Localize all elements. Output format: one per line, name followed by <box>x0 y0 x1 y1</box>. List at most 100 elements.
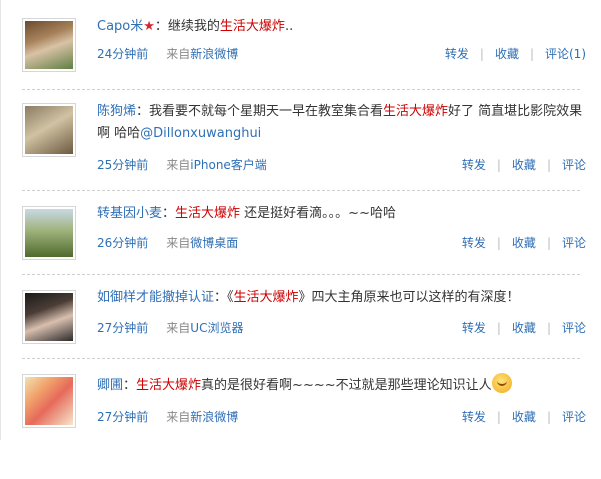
keyword-highlight: 生活大爆炸 <box>219 19 285 34</box>
source-label: 来自 <box>166 410 191 424</box>
post-time-link[interactable]: 26分钟前 <box>97 236 148 250</box>
repost-button[interactable]: 转发 <box>462 236 486 250</box>
favorite-button[interactable]: 收藏 <box>495 47 519 61</box>
action-separator: | <box>479 47 484 61</box>
post-text: 真的是很好看啊~~~~不过就是那些理论知识让人 <box>201 378 492 393</box>
comment-button[interactable]: 评论 <box>562 158 586 172</box>
action-separator: | <box>496 236 501 250</box>
favorite-button[interactable]: 收藏 <box>512 236 536 250</box>
weibo-post: 陈狗烯：我看要不就每个星期天一早在教室集合看生活大爆炸好了 简直堪比影院效果啊 … <box>1 93 601 175</box>
weibo-feed: Capo米★：继续我的生活大爆炸.. 24分钟前 来自新浪微博 转发 | 收藏 | 评论(1)… <box>0 0 601 440</box>
user-avatar[interactable] <box>22 374 76 428</box>
username-link[interactable]: Capo米 <box>97 19 143 34</box>
post-time-link[interactable]: 25分钟前 <box>97 158 148 172</box>
post-content: 转基因小麦：生活大爆炸 还是挺好看滴。。。~~哈哈 <box>97 203 586 225</box>
comment-button[interactable]: 评论 <box>562 321 586 335</box>
source-label: 来自 <box>166 158 191 172</box>
post-divider <box>22 274 580 275</box>
user-avatar-icon <box>25 293 73 341</box>
post-source: 来自UC浏览器 <box>166 321 243 335</box>
keyword-highlight: 生活大爆炸 <box>383 104 449 119</box>
post-content: 如御样才能撤掉认证：《生活大爆炸》四大主角原来也可以这样的有深度！ <box>97 287 586 309</box>
username-link[interactable]: 卿圃 <box>97 378 123 393</box>
favorite-button[interactable]: 收藏 <box>512 321 536 335</box>
post-content: 卿圃：生活大爆炸真的是很好看啊~~~~不过就是那些理论知识让人 <box>97 373 586 397</box>
source-link[interactable]: 微博桌面 <box>190 236 238 250</box>
source-label: 来自 <box>166 236 191 250</box>
action-separator: | <box>546 158 551 172</box>
user-avatar-icon <box>25 209 73 257</box>
post-text: 还是挺好看滴。。。~~哈哈 <box>240 206 396 221</box>
source-label: 来自 <box>166 321 191 335</box>
action-separator: | <box>496 158 501 172</box>
action-separator: | <box>546 236 551 250</box>
repost-button[interactable]: 转发 <box>462 321 486 335</box>
post-text: .. <box>284 19 294 34</box>
keyword-highlight: 生活大爆炸 <box>136 378 202 393</box>
post-divider <box>22 358 580 359</box>
post-actions: 转发 | 收藏 | 评论 <box>462 408 586 426</box>
post-meta: 27分钟前 来自UC浏览器 转发 | 收藏 | 评论 <box>97 319 586 337</box>
post-time-link[interactable]: 24分钟前 <box>97 47 148 61</box>
username-link[interactable]: 陈狗烯 <box>97 104 136 119</box>
post-divider <box>22 89 580 90</box>
post-meta: 24分钟前 来自新浪微博 转发 | 收藏 | 评论(1) <box>97 45 586 63</box>
source-label: 来自 <box>166 47 191 61</box>
action-separator: | <box>546 410 551 424</box>
post-meta: 26分钟前 来自微博桌面 转发 | 收藏 | 评论 <box>97 234 586 252</box>
keyword-highlight: 生活大爆炸 <box>175 206 241 221</box>
repost-button[interactable]: 转发 <box>445 47 469 61</box>
post-text: ：我看要不就每个星期天一早在教室集合看 <box>136 104 384 119</box>
post-content: Capo米★：继续我的生活大爆炸.. <box>97 16 586 38</box>
action-separator: | <box>546 321 551 335</box>
post-text: ：《 <box>214 290 234 305</box>
username-link[interactable]: 如御样才能撤掉认证 <box>97 290 214 305</box>
post-actions: 转发 | 收藏 | 评论 <box>462 234 586 252</box>
user-avatar[interactable] <box>22 290 76 344</box>
post-time-link[interactable]: 27分钟前 <box>97 321 148 335</box>
weibo-post: 转基因小麦：生活大爆炸 还是挺好看滴。。。~~哈哈 26分钟前 来自微博桌面 转发 | 收… <box>1 198 601 280</box>
sweat-face-emoji-icon <box>491 373 512 393</box>
source-link[interactable]: 新浪微博 <box>190 410 238 424</box>
post-meta: 27分钟前 来自新浪微博 转发 | 收藏 | 评论 <box>97 408 586 426</box>
source-link[interactable]: 新浪微博 <box>190 47 238 61</box>
mention-link[interactable]: @Dillonxuwanghui <box>140 126 261 141</box>
post-actions: 转发 | 收藏 | 评论(1) <box>445 45 586 63</box>
post-text: 》四大主角原来也可以这样的有深度！ <box>298 290 520 305</box>
weibo-post: 卿圃：生活大爆炸真的是很好看啊~~~~不过就是那些理论知识让人 27分钟前 来自新浪… <box>1 366 601 448</box>
post-text: ： <box>123 378 137 393</box>
favorite-button[interactable]: 收藏 <box>512 410 536 424</box>
source-link[interactable]: UC浏览器 <box>190 321 243 335</box>
post-source: 来自新浪微博 <box>166 47 238 61</box>
user-avatar[interactable] <box>22 18 76 72</box>
username-link[interactable]: 转基因小麦 <box>97 206 162 221</box>
action-separator: | <box>496 410 501 424</box>
user-avatar-icon <box>25 21 73 69</box>
weibo-post: Capo米★：继续我的生活大爆炸.. 24分钟前 来自新浪微博 转发 | 收藏 | 评论(1) <box>1 8 601 90</box>
post-time-link[interactable]: 27分钟前 <box>97 410 148 424</box>
star-badge-icon: ★ <box>143 19 155 34</box>
user-avatar[interactable] <box>22 206 76 260</box>
user-avatar-icon <box>25 377 73 425</box>
keyword-highlight: 生活大爆炸 <box>233 290 299 305</box>
repost-button[interactable]: 转发 <box>462 158 486 172</box>
comment-button[interactable]: 评论 <box>562 410 586 424</box>
post-source: 来自新浪微博 <box>166 410 238 424</box>
user-avatar[interactable] <box>22 103 76 157</box>
favorite-button[interactable]: 收藏 <box>512 158 536 172</box>
post-actions: 转发 | 收藏 | 评论 <box>462 156 586 174</box>
post-text: ：继续我的 <box>154 19 220 34</box>
user-avatar-icon <box>25 106 73 154</box>
post-content: 陈狗烯：我看要不就每个星期天一早在教室集合看生活大爆炸好了 简直堪比影院效果啊 … <box>97 101 586 145</box>
post-meta: 25分钟前 来自iPhone客户端 转发 | 收藏 | 评论 <box>97 156 586 174</box>
post-source: 来自iPhone客户端 <box>166 158 267 172</box>
post-divider <box>22 190 580 191</box>
post-text: ： <box>162 206 176 221</box>
action-separator: | <box>496 321 501 335</box>
source-link[interactable]: iPhone客户端 <box>190 158 267 172</box>
comment-button[interactable]: 评论(1) <box>545 47 586 61</box>
post-actions: 转发 | 收藏 | 评论 <box>462 319 586 337</box>
post-source: 来自微博桌面 <box>166 236 238 250</box>
comment-button[interactable]: 评论 <box>562 236 586 250</box>
repost-button[interactable]: 转发 <box>462 410 486 424</box>
